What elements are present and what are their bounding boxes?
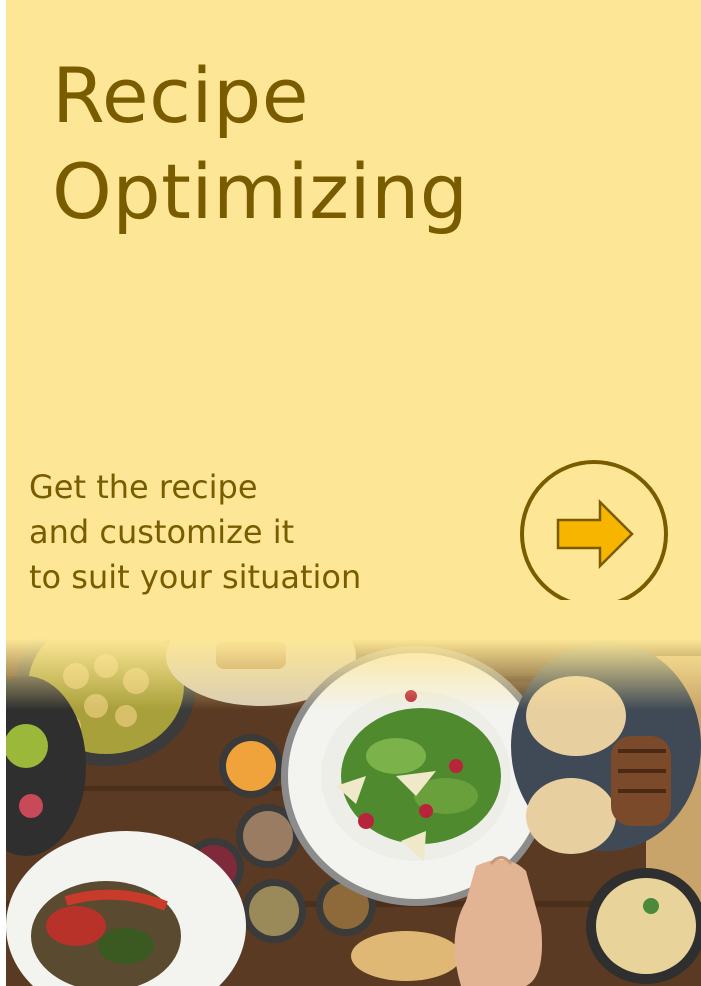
photo-fade xyxy=(6,600,701,710)
tagline: Get the recipe and customize it to suit … xyxy=(29,465,361,600)
right-arrow-icon xyxy=(556,498,634,570)
page-title: Recipe Optimizing xyxy=(52,48,469,240)
tagline-line-3: to suit your situation xyxy=(29,558,362,596)
next-button[interactable] xyxy=(520,460,668,608)
tagline-line-1: Get the recipe xyxy=(29,468,258,506)
tagline-line-2: and customize it xyxy=(29,513,295,551)
title-line-1: Recipe xyxy=(52,51,310,140)
hero-card: Recipe Optimizing Get the recipe and cus… xyxy=(6,0,701,986)
title-line-2: Optimizing xyxy=(52,147,469,236)
